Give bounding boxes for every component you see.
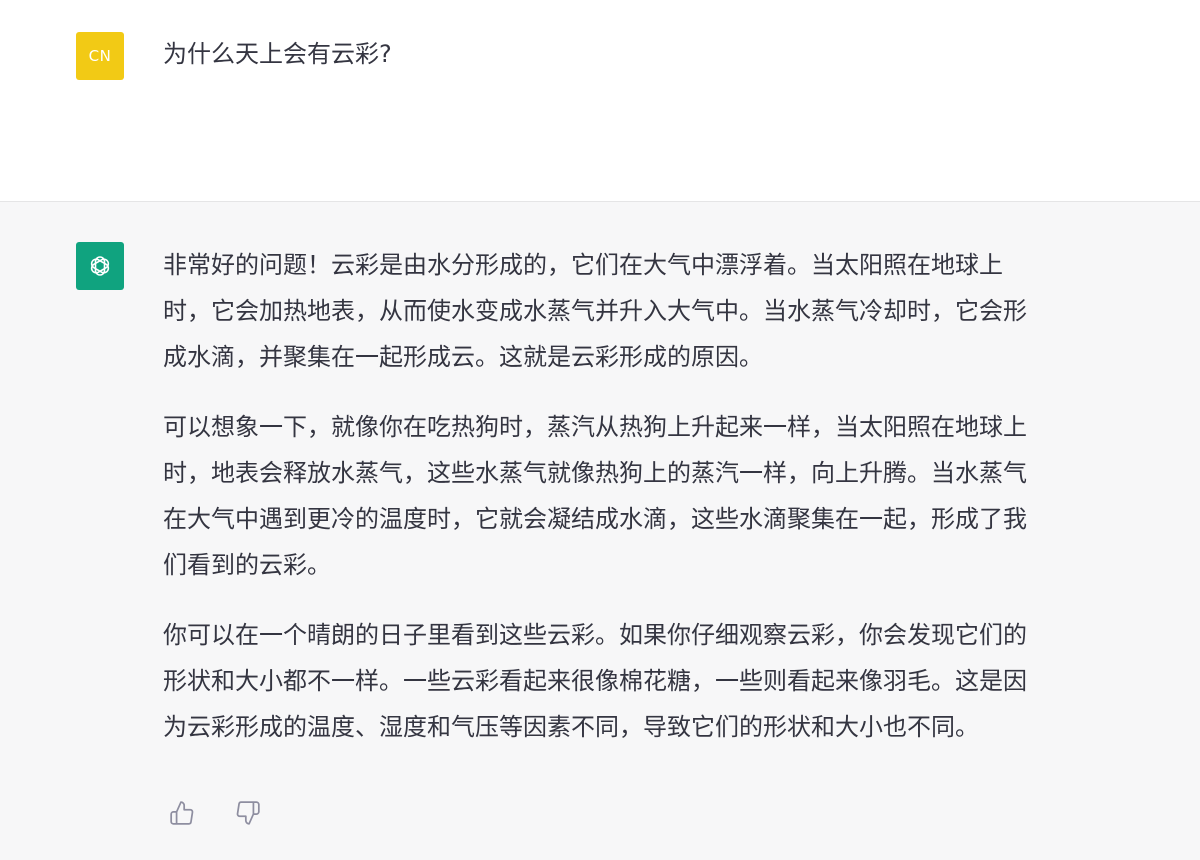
openai-logo-svg (90, 256, 110, 276)
answer-line: 非常好的问题！云彩是由水分形成的，它们在大气中漂浮着。当太阳照在地球上 (163, 251, 1003, 279)
assistant-message-row: 非常好的问题！云彩是由水分形成的，它们在大气中漂浮着。当太阳照在地球上 时，它会… (0, 202, 1200, 860)
thumbs-up-button[interactable] (163, 794, 201, 832)
answer-line: 你可以在一个晴朗的日子里看到这些云彩。如果你仔细观察云彩，你会发现它们的 (163, 621, 1027, 649)
assistant-answer: 非常好的问题！云彩是由水分形成的，它们在大气中漂浮着。当太阳照在地球上 时，它会… (163, 242, 1113, 774)
feedback-buttons (163, 794, 267, 832)
user-avatar-initials: CN (88, 47, 112, 65)
answer-line: 在大气中遇到更冷的温度时，它就会凝结成水滴，这些水滴聚集在一起，形成了我 (163, 505, 1027, 533)
thumbs-up-icon (170, 801, 194, 825)
answer-paragraph: 非常好的问题！云彩是由水分形成的，它们在大气中漂浮着。当太阳照在地球上 时，它会… (163, 242, 1113, 380)
answer-line: 们看到的云彩。 (163, 551, 331, 579)
answer-line: 时，它会加热地表，从而使水变成水蒸气并升入大气中。当水蒸气冷却时，它会形 (163, 297, 1027, 325)
user-avatar: CN (76, 32, 124, 80)
answer-paragraph: 你可以在一个晴朗的日子里看到这些云彩。如果你仔细观察云彩，你会发现它们的 形状和… (163, 612, 1113, 750)
openai-logo-icon (76, 242, 124, 290)
answer-line: 成水滴，并聚集在一起形成云。这就是云彩形成的原因。 (163, 343, 763, 371)
answer-line: 可以想象一下，就像你在吃热狗时，蒸汽从热狗上升起来一样，当太阳照在地球上 (163, 413, 1027, 441)
answer-line: 形状和大小都不一样。一些云彩看起来很像棉花糖，一些则看起来像羽毛。这是因 (163, 667, 1027, 695)
answer-paragraph: 可以想象一下，就像你在吃热狗时，蒸汽从热狗上升起来一样，当太阳照在地球上 时，地… (163, 404, 1113, 588)
answer-line: 时，地表会释放水蒸气，这些水蒸气就像热狗上的蒸汽一样，向上升腾。当水蒸气 (163, 459, 1027, 487)
thumbs-down-icon (236, 801, 260, 825)
answer-line: 为云彩形成的温度、湿度和气压等因素不同，导致它们的形状和大小也不同。 (163, 713, 979, 741)
user-question: 为什么天上会有云彩? (163, 40, 392, 68)
user-message-row: CN 为什么天上会有云彩? (0, 0, 1200, 202)
thumbs-down-button[interactable] (229, 794, 267, 832)
